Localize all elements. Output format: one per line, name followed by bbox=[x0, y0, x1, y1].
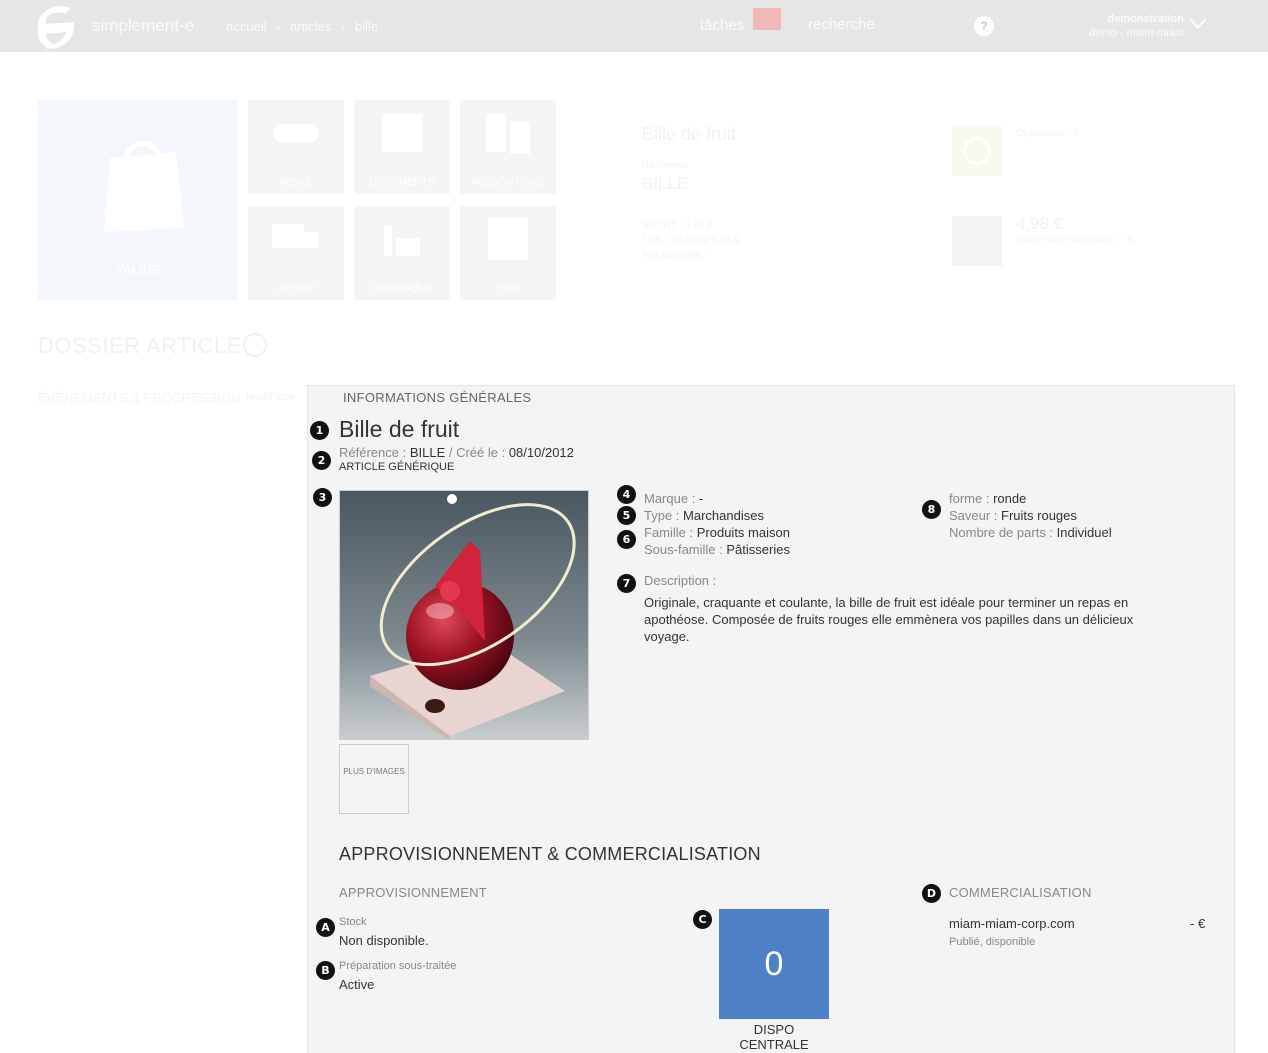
annotation-marker: 8 bbox=[922, 500, 941, 519]
dessert-illustration bbox=[340, 491, 588, 739]
breadcrumb-articles[interactable]: articles bbox=[290, 19, 331, 34]
annotation-marker: D bbox=[922, 884, 941, 903]
user-menu[interactable]: demonstration demo - miam-miam bbox=[1060, 12, 1184, 40]
price-tile[interactable] bbox=[952, 216, 1002, 266]
user-name: demonstration bbox=[1107, 13, 1184, 25]
attr-forme: forme : ronde bbox=[949, 491, 1027, 506]
add-icon[interactable] bbox=[243, 333, 267, 357]
summary-title: Bille de fruit bbox=[642, 124, 737, 144]
tile-logistique[interactable]: LOGISTIQUE bbox=[354, 206, 450, 300]
breadcrumb-separator: › bbox=[340, 19, 346, 34]
more-images-button[interactable]: PLUS D'IMAGES bbox=[339, 744, 409, 814]
tile-label: APPRO bbox=[278, 283, 314, 294]
attr-famille: Famille : Produits maison bbox=[644, 525, 790, 540]
reference-line: Référence : BILLE / Créé le : 08/10/2012 bbox=[339, 445, 574, 460]
annotation-marker: 7 bbox=[617, 574, 636, 593]
summary-ref-label: Référence bbox=[642, 160, 689, 171]
tile-documents[interactable]: DOCUMENTS bbox=[354, 100, 450, 194]
summary-line: TVA : (10,00%) 0,26 € bbox=[642, 235, 740, 246]
tile-label: ASSOCIATIONS bbox=[470, 177, 546, 188]
app-logo[interactable] bbox=[30, 0, 82, 52]
dossier-title: DOSSIER ARTICLE bbox=[38, 333, 242, 358]
channel-name[interactable]: miam-miam-corp.com bbox=[949, 916, 1075, 931]
summary-line: Prix conseillé : - bbox=[642, 250, 713, 261]
info-tile[interactable] bbox=[952, 126, 1002, 176]
section-title-info: INFORMATIONS GÉNÉRALES bbox=[343, 390, 532, 405]
tag-icon bbox=[274, 124, 318, 142]
stock-value: Non disponible. bbox=[339, 933, 429, 948]
description-text: Originale, craquante et coulante, la bil… bbox=[644, 595, 1134, 644]
annotation-marker: C bbox=[693, 910, 712, 929]
annotation-marker: B bbox=[316, 961, 335, 980]
chevron-down-icon[interactable] bbox=[1189, 11, 1207, 29]
channel-status: Publié, disponible bbox=[949, 936, 1036, 948]
appro-subtitle: APPROVISIONNEMENT bbox=[339, 885, 487, 900]
notif-link[interactable]: Notif/Fiche bbox=[246, 392, 294, 403]
annotation-marker: 5 bbox=[617, 506, 636, 525]
breadcrumb-current: bille bbox=[354, 19, 378, 34]
price-site-summary: miam-miam-corp.com : - € bbox=[1016, 234, 1133, 245]
dispo-centrale-tile[interactable]: 0 bbox=[719, 909, 829, 1019]
top-bar: simplement-e accueil › articles › bille … bbox=[0, 0, 1268, 52]
breadcrumb: accueil › articles › bille bbox=[226, 19, 384, 34]
info-icon bbox=[963, 137, 991, 165]
annotation-marker: 4 bbox=[617, 485, 636, 504]
attr-sous-famille: Sous-famille : Pâtisseries bbox=[644, 542, 790, 557]
created-value: 08/10/2012 bbox=[508, 445, 574, 460]
price-summary: 4,98 € bbox=[1016, 214, 1064, 233]
created-label: / Créé le : bbox=[445, 445, 509, 460]
search-input[interactable]: recherche bbox=[808, 16, 875, 33]
help-icon[interactable]: ? bbox=[974, 16, 994, 36]
tile-prix[interactable]: PRIX bbox=[460, 206, 556, 300]
breadcrumb-separator: › bbox=[276, 19, 281, 34]
commercialisation-subtitle: COMMERCIALISATION bbox=[949, 885, 1092, 900]
annotation-marker: 6 bbox=[617, 530, 636, 549]
prep-label: Préparation sous-traitée bbox=[339, 960, 457, 972]
bags-icon bbox=[486, 114, 530, 154]
tile-vente[interactable]: VENTE bbox=[248, 100, 344, 194]
annotation-marker: A bbox=[316, 918, 335, 937]
dispo-centrale-label: DISPO CENTRALE bbox=[739, 1022, 809, 1052]
product-title: Bille de fruit bbox=[339, 416, 460, 442]
tile-associations[interactable]: ASSOCIATIONS bbox=[460, 100, 556, 194]
tasks-badge[interactable] bbox=[753, 8, 781, 30]
shopping-bag-icon bbox=[104, 141, 184, 232]
attr-marque: Marque : - bbox=[644, 491, 704, 506]
document-icon bbox=[382, 114, 422, 152]
euro-receipt-icon bbox=[488, 218, 528, 260]
tile-label: LOGISTIQUE bbox=[371, 283, 433, 294]
channel-price: - € bbox=[1190, 916, 1206, 931]
product-image[interactable] bbox=[339, 490, 589, 740]
section-title-appro: APPROVISIONNEMENT & COMMERCIALISATION bbox=[339, 844, 761, 864]
tile-label: VENTE bbox=[279, 177, 313, 188]
summary-ref: BILLE bbox=[642, 174, 689, 193]
attr-saveur: Saveur : Fruits rouges bbox=[949, 508, 1077, 523]
stock-label: Stock bbox=[339, 916, 367, 928]
dispo-summary: Disposition : 0 bbox=[1016, 128, 1079, 139]
annotation-marker: 3 bbox=[313, 488, 332, 507]
annotation-marker: 1 bbox=[310, 421, 329, 440]
tasks-link[interactable]: tâches bbox=[700, 17, 744, 34]
brand-name[interactable]: simplement-e bbox=[92, 16, 194, 36]
prep-value: Active bbox=[339, 977, 375, 992]
user-company: demo - miam-miam bbox=[1089, 27, 1184, 39]
tile-appro[interactable]: APPRO bbox=[248, 206, 344, 300]
description-label: Description : bbox=[644, 573, 717, 588]
ref-value: BILLE bbox=[409, 445, 446, 460]
attr-nombre-parts: Nombre de parts : Individuel bbox=[949, 525, 1112, 540]
status-label: VALIDÉ bbox=[115, 262, 161, 277]
attr-type: Type : Marchandises bbox=[644, 508, 764, 523]
breadcrumb-home[interactable]: accueil bbox=[226, 19, 266, 34]
tile-label: PRIX bbox=[496, 283, 520, 294]
article-type-label: ARTICLE GÉNÉRIQUE bbox=[339, 461, 455, 473]
tile-label: DOCUMENTS bbox=[369, 177, 435, 188]
annotation-marker: 2 bbox=[312, 451, 331, 470]
forklift-icon bbox=[384, 226, 420, 256]
truck-icon bbox=[272, 224, 318, 248]
summary-line: Sort HT : 4,72 € bbox=[642, 220, 713, 231]
ref-label: Référence : bbox=[339, 445, 410, 460]
events-link[interactable]: ÉVÉNEMENTS & PROGRESSION bbox=[38, 390, 240, 405]
